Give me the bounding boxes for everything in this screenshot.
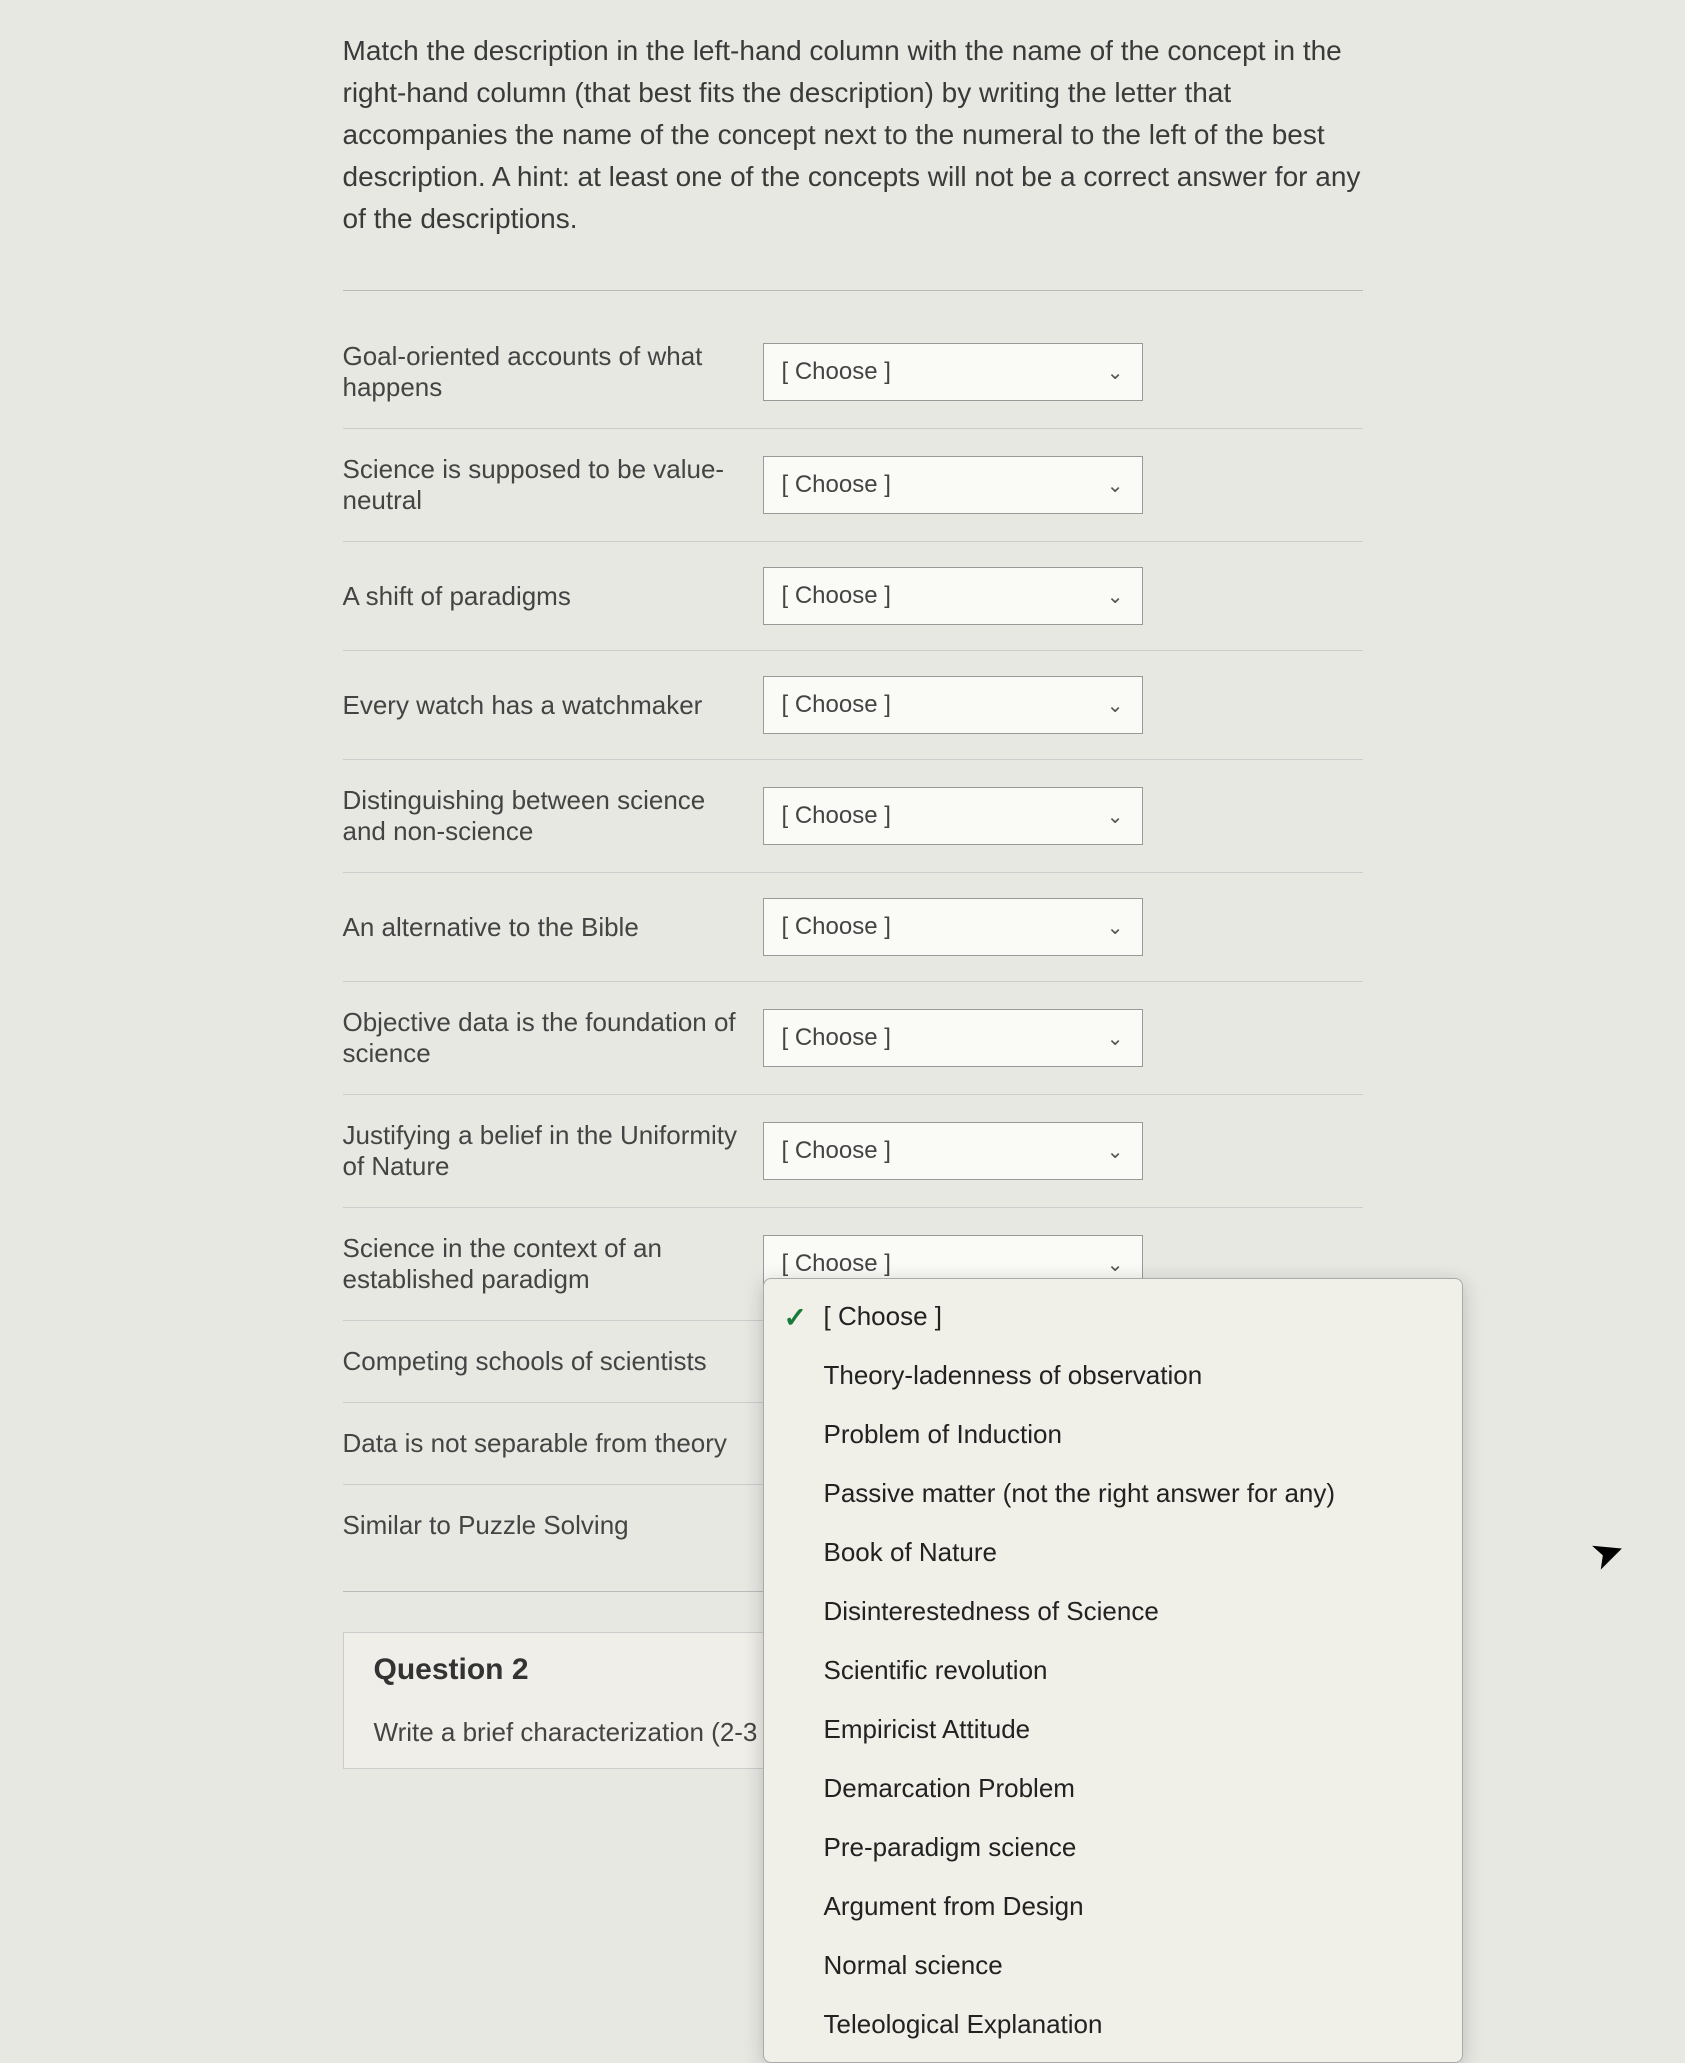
match-row: Justifying a belief in the Uniformity of…	[343, 1095, 1363, 1208]
select-dropdown[interactable]: [ Choose ] ⌄	[763, 456, 1143, 514]
chevron-down-icon: ⌄	[1107, 1026, 1124, 1051]
dropdown-menu: [ Choose ] Theory-ladenness of observati…	[763, 1278, 1463, 2063]
dropdown-option[interactable]: Demarcation Problem	[764, 1759, 1462, 1818]
match-label: Objective data is the foundation of scie…	[343, 1007, 763, 1069]
select-placeholder: [ Choose ]	[782, 913, 891, 941]
match-row: Science is supposed to be value-neutral …	[343, 429, 1363, 542]
dropdown-option[interactable]: Pre-paradigm science	[764, 1818, 1462, 1877]
dropdown-option[interactable]: Empiricist Attitude	[764, 1700, 1462, 1759]
select-placeholder: [ Choose ]	[782, 802, 891, 830]
match-label: Science is supposed to be value-neutral	[343, 454, 763, 516]
cursor-icon: ➤	[1585, 1526, 1632, 1581]
match-label: A shift of paradigms	[343, 581, 763, 612]
match-label: Justifying a belief in the Uniformity of…	[343, 1120, 763, 1182]
select-dropdown[interactable]: [ Choose ] ⌄	[763, 567, 1143, 625]
chevron-down-icon: ⌄	[1107, 1252, 1124, 1277]
dropdown-option[interactable]: Disinterestedness of Science	[764, 1582, 1462, 1641]
chevron-down-icon: ⌄	[1107, 915, 1124, 940]
dropdown-option[interactable]: Book of Nature	[764, 1523, 1462, 1582]
select-dropdown[interactable]: [ Choose ] ⌄	[763, 676, 1143, 734]
select-placeholder: [ Choose ]	[782, 582, 891, 610]
select-placeholder: [ Choose ]	[782, 691, 891, 719]
match-label: Goal-oriented accounts of what happens	[343, 341, 763, 403]
match-label: Data is not separable from theory	[343, 1428, 763, 1459]
matching-question-block: Goal-oriented accounts of what happens […	[343, 290, 1363, 1592]
dropdown-option[interactable]: [ Choose ]	[764, 1287, 1462, 1346]
select-placeholder: [ Choose ]	[782, 471, 891, 499]
select-dropdown[interactable]: [ Choose ] ⌄	[763, 898, 1143, 956]
dropdown-option[interactable]: Normal science	[764, 1936, 1462, 1995]
chevron-down-icon: ⌄	[1107, 584, 1124, 609]
select-placeholder: [ Choose ]	[782, 358, 891, 386]
chevron-down-icon: ⌄	[1107, 473, 1124, 498]
chevron-down-icon: ⌄	[1107, 804, 1124, 829]
select-placeholder: [ Choose ]	[782, 1137, 891, 1165]
match-label: Science in the context of an established…	[343, 1233, 763, 1295]
dropdown-option[interactable]: Scientific revolution	[764, 1641, 1462, 1700]
select-dropdown[interactable]: [ Choose ] ⌄	[763, 787, 1143, 845]
match-row: A shift of paradigms [ Choose ] ⌄	[343, 542, 1363, 651]
match-label: An alternative to the Bible	[343, 912, 763, 943]
match-label: Similar to Puzzle Solving	[343, 1510, 763, 1541]
dropdown-option[interactable]: Passive matter (not the right answer for…	[764, 1464, 1462, 1523]
chevron-down-icon: ⌄	[1107, 1139, 1124, 1164]
select-placeholder: [ Choose ]	[782, 1250, 891, 1278]
instructions-text: Match the description in the left-hand c…	[343, 30, 1363, 260]
dropdown-option[interactable]: Theory-ladenness of observation	[764, 1346, 1462, 1405]
match-label: Competing schools of scientists	[343, 1346, 763, 1377]
match-row: Science in the context of an established…	[343, 1208, 1363, 1321]
match-label: Distinguishing between science and non-s…	[343, 785, 763, 847]
dropdown-option[interactable]: Teleological Explanation	[764, 1995, 1462, 2054]
match-row: Goal-oriented accounts of what happens […	[343, 316, 1363, 429]
chevron-down-icon: ⌄	[1107, 360, 1124, 385]
select-dropdown[interactable]: [ Choose ] ⌄	[763, 1009, 1143, 1067]
match-row: Distinguishing between science and non-s…	[343, 760, 1363, 873]
select-dropdown[interactable]: [ Choose ] ⌄	[763, 1122, 1143, 1180]
match-row: An alternative to the Bible [ Choose ] ⌄	[343, 873, 1363, 982]
match-label: Every watch has a watchmaker	[343, 690, 763, 721]
match-row: Objective data is the foundation of scie…	[343, 982, 1363, 1095]
dropdown-option[interactable]: Problem of Induction	[764, 1405, 1462, 1464]
chevron-down-icon: ⌄	[1107, 693, 1124, 718]
dropdown-option[interactable]: Argument from Design	[764, 1877, 1462, 1936]
select-placeholder: [ Choose ]	[782, 1024, 891, 1052]
select-dropdown[interactable]: [ Choose ] ⌄	[763, 343, 1143, 401]
match-row: Every watch has a watchmaker [ Choose ] …	[343, 651, 1363, 760]
